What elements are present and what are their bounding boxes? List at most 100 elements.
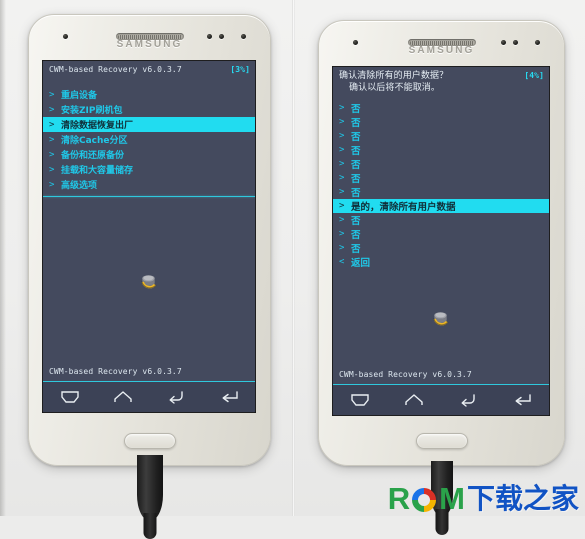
recovery-header-right: 确认清除所有的用户数据？ 确认以后将不能取消。 [4%] [333, 67, 549, 95]
clockworkmod-logo-icon [136, 269, 162, 295]
menu-item-label: 否 [351, 244, 361, 255]
menu-item-arrow-icon: > [49, 164, 55, 175]
proximity-sensor-dot [501, 40, 506, 45]
proximity-sensor-dot [513, 40, 518, 45]
home-button[interactable] [123, 433, 176, 449]
home-icon[interactable] [113, 390, 133, 404]
menu-item-arrow-icon: > [49, 134, 55, 145]
menu-item-arrow-icon: > [49, 119, 55, 130]
phone-device-right: SAMSUNG 确认清除所有的用户数据？ 确认以后将不能取消。 [4%] > 否 >… [318, 20, 565, 517]
menu-item-label: 清除Cache分区 [61, 136, 128, 146]
home-button[interactable] [415, 433, 468, 449]
menu-item-label: 备份和还原备份 [61, 151, 125, 161]
menu-item-arrow-icon: > [339, 103, 345, 113]
menu-item-arrow-icon: > [339, 173, 345, 183]
enter-icon[interactable] [219, 390, 239, 404]
usb-cable [136, 455, 163, 521]
menu-item-label: 返回 [351, 258, 371, 269]
menu-item[interactable]: > 否 [333, 185, 549, 199]
android-navbar-left[interactable] [43, 381, 255, 412]
menu-item-label: 否 [351, 146, 361, 157]
menu-item[interactable]: > 否 [333, 241, 549, 255]
menu-item-label: 否 [351, 132, 361, 143]
proximity-sensor-dot [353, 40, 358, 45]
recovery-menu-left[interactable]: > 重启设备 > 安装ZIP刷机包 > 清除数据恢复出厂 > 清除Cache分区 > 备份和还原备… [43, 78, 255, 192]
clockworkmod-logo-icon [428, 306, 454, 332]
menu-item[interactable]: > 备份和还原备份 [43, 147, 255, 162]
recovery-header-left: CWM-based Recovery v6.0.3.7 [3%] [43, 61, 255, 78]
proximity-sensor-dot [207, 34, 212, 39]
recovery-screen-left: CWM-based Recovery v6.0.3.7 [3%] > 重启设备 > 安… [43, 61, 255, 412]
proximity-sensor-dot [63, 34, 68, 39]
menu-item-arrow-icon: > [49, 89, 55, 100]
enter-icon[interactable] [512, 393, 532, 407]
menu-item-label: 是的，清除所有用户数据 [351, 202, 456, 213]
menu-item-label: 否 [351, 174, 361, 185]
menu-item-arrow-icon: > [339, 229, 345, 239]
front-camera-lens [241, 34, 246, 39]
menu-item[interactable]: > 否 [333, 157, 549, 171]
screen-bezel-right: 确认清除所有的用户数据？ 确认以后将不能取消。 [4%] > 否 > 否 > 否 > 否 > 否 >… [332, 66, 550, 416]
recovery-progress-badge: [3%] [230, 65, 250, 74]
menu-item[interactable]: > 否 [333, 115, 549, 129]
menu-item-arrow-icon: > [339, 243, 345, 253]
menu-item-label: 否 [351, 118, 361, 129]
recovery-screen-right: 确认清除所有的用户数据？ 确认以后将不能取消。 [4%] > 否 > 否 > 否 > 否 > 否 >… [333, 67, 549, 415]
menu-item-arrow-icon: > [49, 104, 55, 115]
menu-item-arrow-icon: > [339, 187, 345, 197]
home-icon[interactable] [404, 393, 424, 407]
menu-item[interactable]: > 否 [333, 143, 549, 157]
menu-item-arrow-icon: > [339, 117, 345, 127]
menu-item-label: 否 [351, 160, 361, 171]
menu-icon[interactable] [60, 390, 80, 404]
menu-item-arrow-icon: > [49, 179, 55, 190]
menu-item[interactable]: > 否 [333, 129, 549, 143]
menu-item-label: 否 [351, 188, 361, 199]
watermark-text-cn: 下载之家 [466, 483, 579, 514]
menu-item[interactable]: > 挂载和大容量储存 [43, 162, 255, 177]
menu-item-arrow-icon: > [339, 201, 345, 211]
android-navbar-right[interactable] [333, 384, 549, 415]
watermark-letter-m: M [439, 481, 465, 516]
menu-item[interactable]: > 否 [333, 213, 549, 227]
menu-item-arrow-icon: > [339, 131, 345, 141]
recovery-title: CWM-based Recovery v6.0.3.7 [49, 65, 182, 74]
menu-item[interactable]: > 否 [333, 171, 549, 185]
menu-item-arrow-icon: > [339, 145, 345, 155]
watermark-letter-o [411, 487, 437, 513]
proximity-sensor-dot [219, 34, 224, 39]
menu-item[interactable]: > 高级选项 [43, 177, 255, 192]
menu-item-arrow-icon: < [339, 257, 345, 267]
menu-item[interactable]: > 清除数据恢复出厂 [43, 117, 255, 132]
menu-item-label: 重启设备 [61, 91, 98, 101]
menu-icon[interactable] [350, 393, 370, 407]
menu-item-arrow-icon: > [339, 215, 345, 225]
menu-item[interactable]: > 清除Cache分区 [43, 132, 255, 147]
recovery-body-right [333, 269, 549, 369]
back-icon[interactable] [458, 393, 478, 407]
recovery-progress-badge: [4%] [524, 71, 544, 80]
recovery-footer-left: CWM-based Recovery v6.0.3.7 [49, 367, 182, 376]
menu-item-label: 否 [351, 104, 361, 115]
menu-item[interactable]: < 返回 [333, 255, 549, 269]
menu-item[interactable]: > 否 [333, 101, 549, 115]
samsung-brand-logo: SAMSUNG [408, 45, 475, 56]
menu-item-label: 清除数据恢复出厂 [61, 121, 134, 131]
menu-item-arrow-icon: > [339, 159, 345, 169]
menu-item-label: 高级选项 [61, 181, 98, 191]
phone-device-left: SAMSUNG CWM-based Recovery v6.0.3.7 [3%]… [28, 14, 271, 521]
back-icon[interactable] [166, 390, 186, 404]
site-watermark: R M 下载之家 [388, 483, 579, 514]
samsung-brand-logo: SAMSUNG [116, 39, 183, 50]
menu-item-label: 挂载和大容量储存 [61, 166, 134, 176]
screen-bezel-left: CWM-based Recovery v6.0.3.7 [3%] > 重启设备 > 安… [42, 60, 256, 413]
menu-item-label: 安装ZIP刷机包 [61, 106, 123, 116]
recovery-menu-right[interactable]: > 否 > 否 > 否 > 否 > 否 > 否 > 否 > 是的，清除所有用户数据 > 否 > 否 > 否 < 返回 [333, 95, 549, 269]
menu-item[interactable]: > 否 [333, 227, 549, 241]
menu-item[interactable]: > 是的，清除所有用户数据 [333, 199, 549, 213]
menu-item[interactable]: > 安装ZIP刷机包 [43, 102, 255, 117]
menu-item-label: 否 [351, 216, 361, 227]
menu-item[interactable]: > 重启设备 [43, 87, 255, 102]
confirm-prompt-line2: 确认以后将不能取消。 [349, 83, 441, 93]
recovery-body-left [43, 197, 255, 366]
